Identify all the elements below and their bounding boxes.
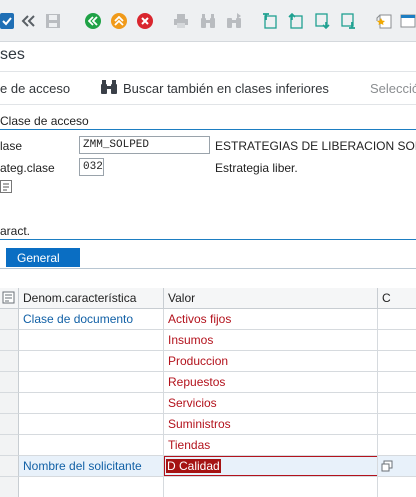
row-selector[interactable] bbox=[0, 477, 19, 497]
selected-value-text: D Calidad bbox=[166, 459, 221, 473]
system-toolbar bbox=[0, 0, 416, 42]
back-double-icon[interactable] bbox=[20, 13, 36, 29]
last-page-icon[interactable] bbox=[340, 13, 356, 29]
search-subclasses-button[interactable]: Buscar también en clases inferiores bbox=[123, 81, 329, 96]
row-selector[interactable] bbox=[0, 309, 19, 330]
tab-general[interactable]: General bbox=[6, 248, 80, 267]
table-cell-value-editing[interactable]: D Calidad bbox=[164, 456, 378, 477]
table-cell-c bbox=[378, 414, 416, 435]
value-help-icon[interactable] bbox=[381, 460, 393, 472]
tab-strip: General bbox=[0, 248, 416, 268]
table-cell-characteristic: Nombre del solicitante bbox=[19, 456, 164, 477]
find-icon[interactable] bbox=[200, 13, 216, 29]
table-cell-value[interactable] bbox=[164, 477, 378, 497]
class-label: lase bbox=[0, 139, 23, 153]
create-session-icon[interactable] bbox=[376, 13, 392, 29]
row-selector[interactable] bbox=[0, 435, 19, 456]
table-cell-c bbox=[378, 309, 416, 330]
class-category-field[interactable]: 032 bbox=[79, 158, 104, 176]
table-cell-c bbox=[378, 330, 416, 351]
table-cell-value[interactable]: Activos fijos bbox=[164, 309, 378, 330]
section-divider bbox=[0, 129, 416, 130]
toolbar-divider bbox=[0, 104, 416, 105]
table-cell-c bbox=[378, 435, 416, 456]
exit-icon[interactable] bbox=[111, 13, 127, 29]
detail-icon[interactable] bbox=[0, 180, 12, 193]
class-description: ESTRATEGIAS DE LIBERACION SOLP bbox=[215, 139, 416, 153]
row-selector[interactable] bbox=[0, 330, 19, 351]
value-input[interactable]: D Calidad bbox=[164, 456, 377, 476]
table-cell-value[interactable]: Suministros bbox=[164, 414, 378, 435]
cancel-icon[interactable] bbox=[137, 13, 153, 29]
page-title: ses bbox=[0, 46, 25, 63]
save-icon[interactable] bbox=[45, 13, 61, 29]
class-category-label: ateg.clase bbox=[0, 161, 55, 175]
row-selector[interactable] bbox=[0, 456, 19, 477]
characteristics-section-title: aract. bbox=[0, 224, 31, 238]
find-next-icon[interactable] bbox=[226, 13, 242, 29]
first-page-icon[interactable] bbox=[262, 13, 278, 29]
access-class-section-title: Clase de acceso bbox=[0, 114, 89, 128]
table-cell-value[interactable]: Repuestos bbox=[164, 372, 378, 393]
table-cell-characteristic bbox=[19, 477, 164, 497]
row-selector[interactable] bbox=[0, 393, 19, 414]
table-cell-value[interactable]: Servicios bbox=[164, 393, 378, 414]
class-field[interactable]: ZMM_SOLPED bbox=[79, 136, 210, 154]
table-cell-c bbox=[378, 351, 416, 372]
table-cell-characteristic bbox=[19, 351, 164, 372]
next-page-icon[interactable] bbox=[314, 13, 330, 30]
table-cell-characteristic bbox=[19, 393, 164, 414]
table-cell-characteristic: Clase de documento bbox=[19, 309, 164, 330]
access-class-button[interactable]: e de acceso bbox=[0, 81, 70, 96]
previous-page-icon[interactable] bbox=[288, 12, 304, 29]
table-cell-value[interactable]: Produccion bbox=[164, 351, 378, 372]
window-icon[interactable] bbox=[400, 13, 416, 29]
row-selector[interactable] bbox=[0, 414, 19, 435]
enter-icon[interactable] bbox=[0, 13, 14, 29]
table-cell-c bbox=[378, 372, 416, 393]
row-selector[interactable] bbox=[0, 372, 19, 393]
row-selector[interactable] bbox=[0, 351, 19, 372]
table-cell-value[interactable]: Insumos bbox=[164, 330, 378, 351]
section-divider bbox=[0, 239, 416, 240]
select-all-icon[interactable] bbox=[0, 288, 19, 309]
characteristics-table: Denom.característica Valor C Clase de do… bbox=[0, 288, 416, 497]
class-category-description: Estrategia liber. bbox=[215, 161, 298, 175]
table-cell-c bbox=[378, 393, 416, 414]
column-header-value[interactable]: Valor bbox=[164, 288, 378, 309]
tab-underline bbox=[0, 268, 416, 269]
binoculars-icon bbox=[100, 79, 118, 98]
application-toolbar: e de acceso Buscar también en clases inf… bbox=[0, 79, 416, 99]
print-icon[interactable] bbox=[173, 13, 189, 29]
table-cell-characteristic bbox=[19, 414, 164, 435]
table-cell-characteristic bbox=[19, 372, 164, 393]
back-icon[interactable] bbox=[85, 13, 101, 29]
table-cell-value[interactable]: Tiendas bbox=[164, 435, 378, 456]
table-cell-characteristic bbox=[19, 435, 164, 456]
column-header-characteristic[interactable]: Denom.característica bbox=[19, 288, 164, 309]
table-cell-characteristic bbox=[19, 330, 164, 351]
column-header-c[interactable]: C bbox=[378, 288, 416, 309]
selection-button[interactable]: Selecció bbox=[370, 81, 416, 96]
table-cell-c bbox=[378, 477, 416, 497]
title-divider bbox=[0, 71, 416, 72]
table-cell-c[interactable] bbox=[378, 456, 416, 477]
